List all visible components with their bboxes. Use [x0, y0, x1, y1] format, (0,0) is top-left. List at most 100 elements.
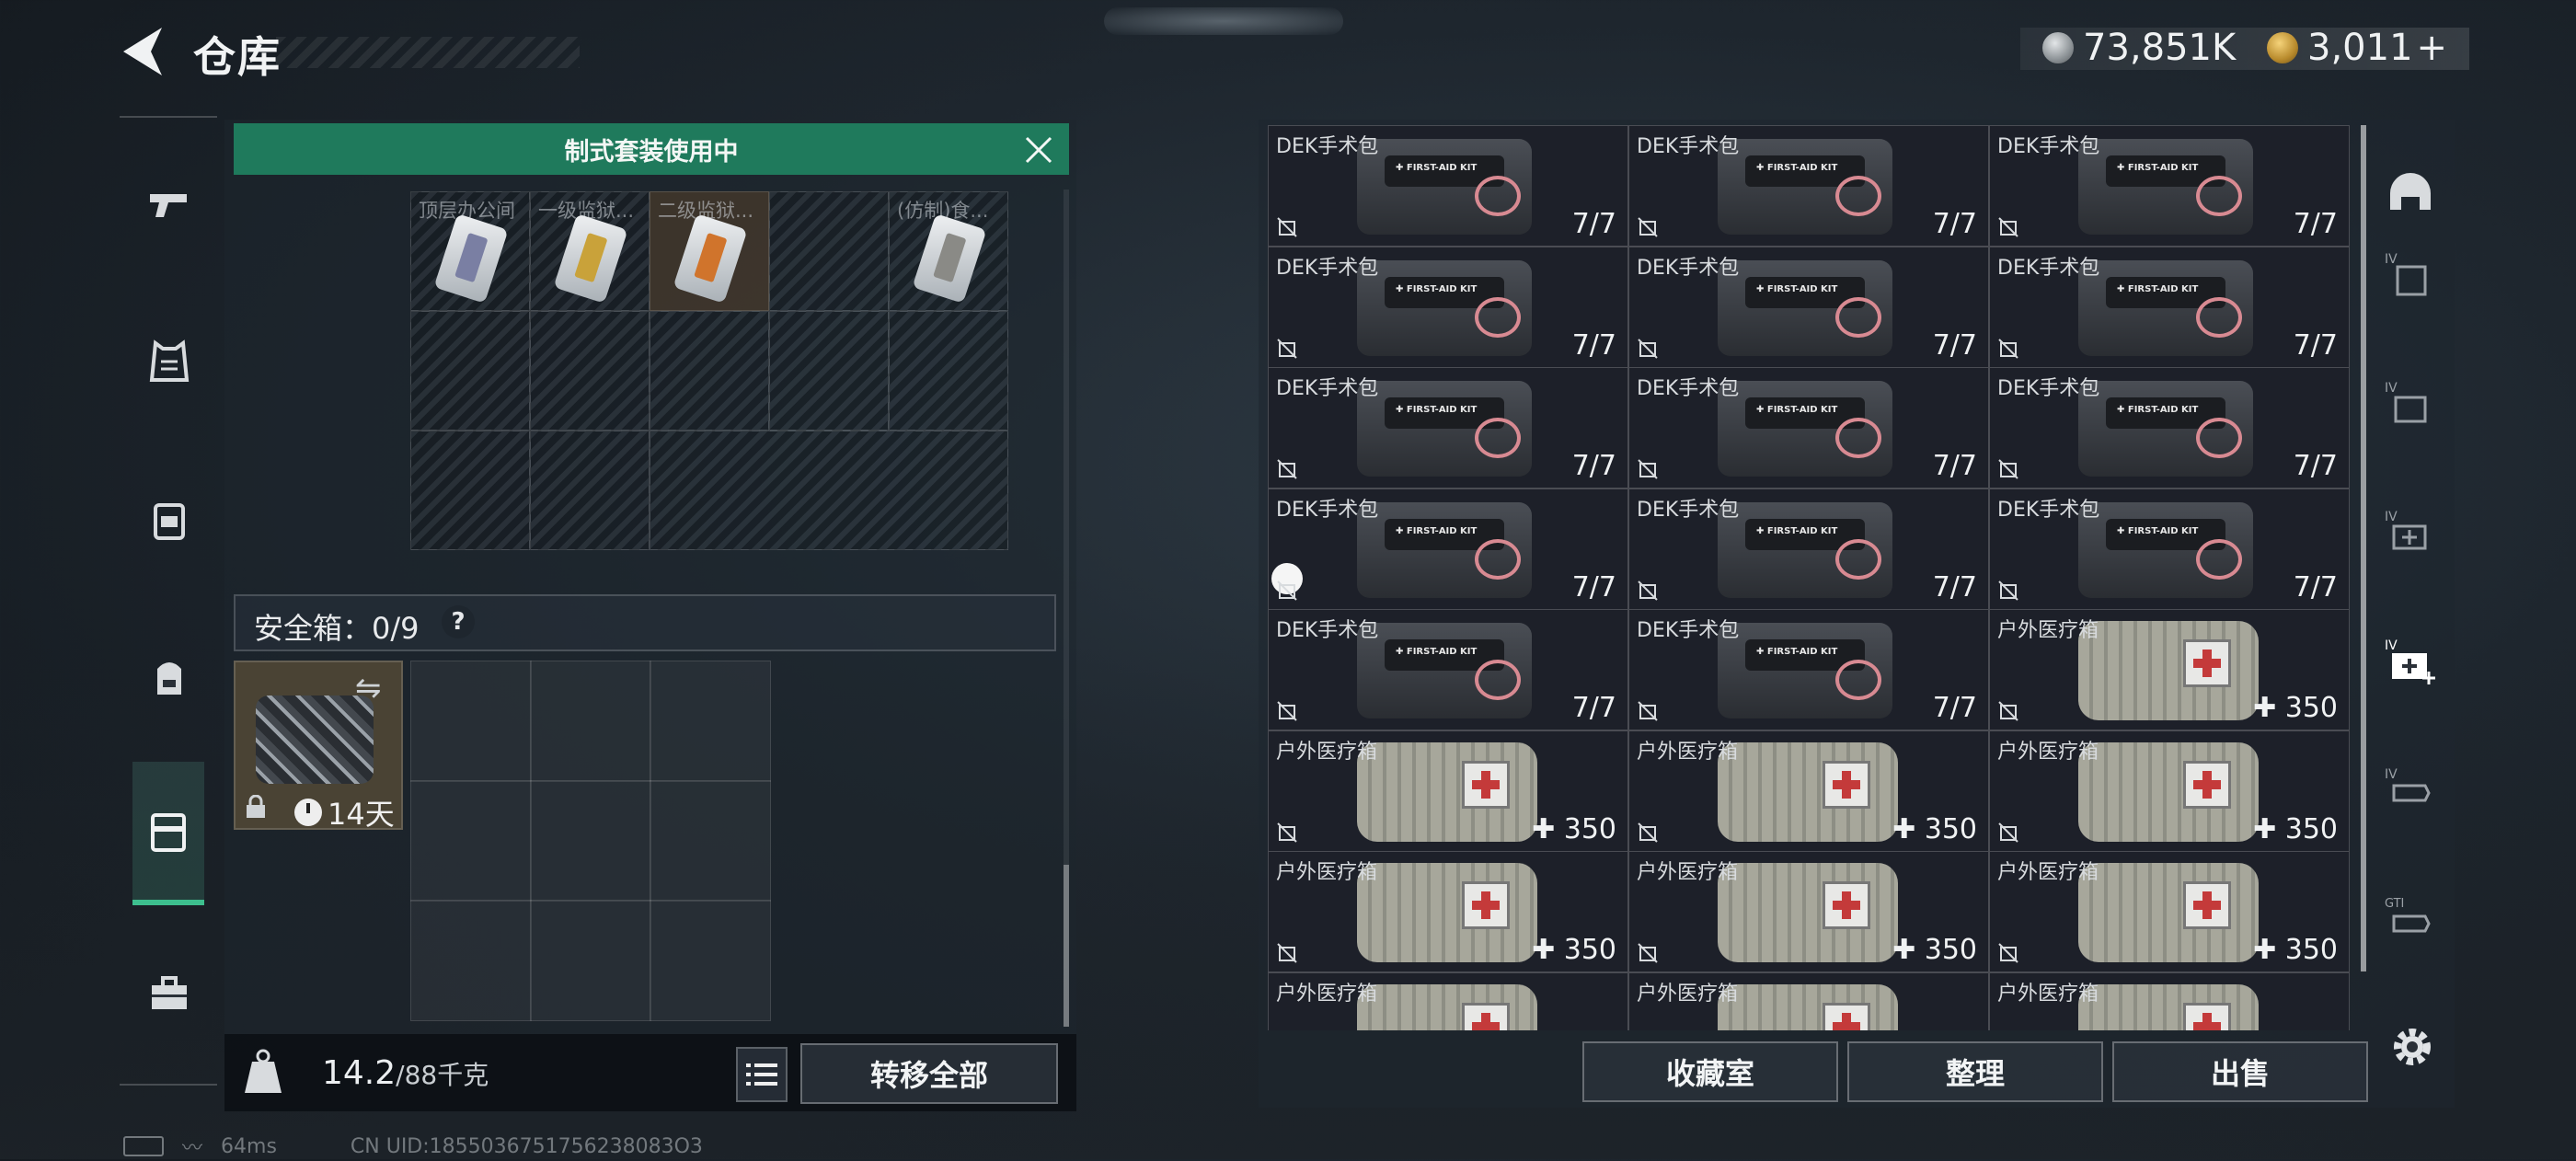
- loadout-slot[interactable]: (仿制)食...: [889, 191, 1008, 311]
- safebox-item[interactable]: ⇋ 14天: [234, 661, 403, 833]
- red-cross-icon: [2183, 639, 2231, 687]
- stash-item[interactable]: 户外医疗箱: [1268, 971, 1628, 1030]
- stash-item[interactable]: ✚ FIRST-AID KIT DEK手术包 7/7: [1268, 246, 1628, 368]
- armor-vest-icon[interactable]: [131, 324, 208, 401]
- scissors-image: [1475, 176, 1521, 216]
- loadout-slot[interactable]: [769, 191, 889, 311]
- gold-add-button[interactable]: +: [2417, 27, 2448, 69]
- item-count: ✚ 350: [1892, 934, 1977, 966]
- stash-item[interactable]: ✚ FIRST-AID KIT DEK手术包 7/7: [1628, 609, 1989, 730]
- stash-scrollbar[interactable]: [2361, 125, 2366, 971]
- list-view-button[interactable]: [736, 1047, 788, 1102]
- left-scrollbar-thumb[interactable]: [1064, 865, 1069, 1027]
- stash-item[interactable]: ✚ FIRST-AID KIT DEK手术包 7/7: [1268, 609, 1628, 730]
- ammo-filter-icon[interactable]: IV: [2375, 756, 2445, 826]
- item-name: DEK手术包: [1637, 498, 1740, 522]
- item-count: 7/7: [2293, 570, 2338, 603]
- loadout-slot[interactable]: [530, 311, 650, 431]
- stash-item[interactable]: ✚ FIRST-AID KIT DEK手术包 7/7: [1989, 125, 2350, 247]
- stash-item[interactable]: ✚ FIRST-AID KIT DEK手术包 7/7: [1989, 246, 2350, 368]
- item-count: 7/7: [1932, 328, 1977, 362]
- helmet-icon[interactable]: [2375, 162, 2445, 232]
- safebox-slot[interactable]: [410, 780, 532, 902]
- toolbox-icon[interactable]: [131, 955, 208, 1032]
- gold-amount: 3,011: [2307, 27, 2413, 69]
- settings-gear-icon[interactable]: [2388, 1023, 2436, 1071]
- item-count: 7/7: [1932, 692, 1977, 724]
- transfer-all-button[interactable]: 转移全部: [800, 1043, 1058, 1104]
- weight-current: 14.2: [322, 1054, 397, 1092]
- item-name: DEK手术包: [1637, 135, 1740, 158]
- scissors-image: [2196, 176, 2242, 216]
- item-count: 7/7: [1932, 570, 1977, 603]
- collection-room-button[interactable]: 收藏室: [1582, 1041, 1838, 1102]
- swap-icon[interactable]: ⇋: [355, 670, 382, 707]
- bag-print: ✚ FIRST-AID KIT: [1396, 525, 1478, 536]
- safebox-slot[interactable]: [530, 900, 651, 1021]
- stash-item[interactable]: 户外医疗箱 ✚ 350: [1989, 609, 2350, 730]
- loadout-slot[interactable]: [889, 311, 1008, 431]
- stash-item[interactable]: 户外医疗箱 ✚ 350: [1268, 730, 1628, 852]
- loadout-slot[interactable]: [530, 431, 650, 550]
- sort-button[interactable]: 整理: [1847, 1041, 2103, 1102]
- pistol-icon[interactable]: [131, 166, 208, 243]
- loadout-slot[interactable]: [410, 431, 530, 550]
- help-icon[interactable]: ?: [442, 605, 475, 638]
- keycard-item: [673, 213, 748, 304]
- safebox-slot[interactable]: [410, 900, 532, 1021]
- no-insurance-icon: [1638, 701, 1658, 721]
- red-cross-icon: [1462, 881, 1510, 929]
- rig-filter-icon[interactable]: IV: [2375, 370, 2445, 440]
- stash-item[interactable]: 户外医疗箱: [1989, 971, 2350, 1030]
- safebox-slot[interactable]: [410, 661, 532, 782]
- stash-item[interactable]: ✚ FIRST-AID KIT DEK手术包 7/7: [1628, 125, 1989, 247]
- stash-item[interactable]: ✚ FIRST-AID KIT DEK手术包 7/7: [1628, 246, 1989, 368]
- item-count: ✚ 350: [2253, 692, 2338, 724]
- gold-currency[interactable]: 3,011 +: [2267, 24, 2447, 72]
- stash-item[interactable]: ✚ FIRST-AID KIT DEK手术包 7/7: [1989, 367, 2350, 489]
- keycard-stripe: [574, 232, 608, 283]
- safebox-slot[interactable]: [530, 661, 651, 782]
- item-count: ✚ 350: [1532, 934, 1616, 966]
- loadout-slot-wide[interactable]: [650, 431, 1008, 550]
- safebox-icon[interactable]: [132, 762, 204, 905]
- list-icon: [746, 1063, 777, 1086]
- medical-box-image: [1718, 863, 1898, 962]
- stash-item[interactable]: ✚ FIRST-AID KIT DEK手术包 7/7: [1989, 488, 2350, 610]
- loadout-slot[interactable]: 一级监狱...: [530, 191, 650, 311]
- stash-item[interactable]: 户外医疗箱: [1628, 971, 1989, 1030]
- armor-filter-icon[interactable]: IV: [2375, 241, 2445, 311]
- red-cross-icon: [2183, 1002, 2231, 1030]
- safebox-slot[interactable]: [530, 780, 651, 902]
- stash-item[interactable]: 户外医疗箱 ✚ 350: [1268, 851, 1628, 972]
- stash-item[interactable]: ✚ FIRST-AID KIT DEK手术包 7/7: [1628, 367, 1989, 489]
- safebox-slot[interactable]: [650, 661, 771, 782]
- safebox-slot[interactable]: [650, 900, 771, 1021]
- back-arrow-icon[interactable]: [118, 24, 166, 79]
- stash-item[interactable]: 户外医疗箱 ✚ 350: [1628, 851, 1989, 972]
- loadout-slot[interactable]: 二级监狱...: [650, 191, 769, 311]
- gold-coin-icon: [2267, 32, 2298, 63]
- medical-box-image: [1357, 863, 1537, 962]
- close-icon[interactable]: [1023, 134, 1054, 166]
- safebox-duration: 14天: [294, 791, 395, 833]
- stash-item[interactable]: 户外医疗箱 ✚ 350: [1989, 851, 2350, 972]
- loadout-slot[interactable]: 顶层办公间: [410, 191, 530, 311]
- item-name: DEK手术包: [1276, 619, 1379, 642]
- chest-rig-icon[interactable]: [131, 482, 208, 559]
- medkit-filter-icon[interactable]: IV: [2375, 499, 2445, 569]
- stash-item[interactable]: ✚ FIRST-AID KIT DEK手术包 7/7: [1628, 488, 1989, 610]
- stash-item[interactable]: 户外医疗箱 ✚ 350: [1628, 730, 1989, 852]
- safebox-slot[interactable]: [650, 780, 771, 902]
- loadout-slot[interactable]: [769, 311, 889, 431]
- stash-item[interactable]: 户外医疗箱 ✚ 350: [1989, 730, 2350, 852]
- stash-item[interactable]: ✚ FIRST-AID KIT DEK手术包 7/7: [1268, 367, 1628, 489]
- backpack-icon[interactable]: [131, 638, 208, 716]
- gti-filter-icon[interactable]: GTI: [2375, 885, 2445, 955]
- sell-button[interactable]: 出售: [2112, 1041, 2368, 1102]
- stash-item[interactable]: ✚ FIRST-AID KIT DEK手术包 7/7: [1268, 488, 1628, 610]
- loadout-slot[interactable]: [650, 311, 769, 431]
- medkit-large-filter-icon[interactable]: IV: [2375, 627, 2445, 697]
- stash-item[interactable]: ✚ FIRST-AID KIT DEK手术包 7/7: [1268, 125, 1628, 247]
- loadout-slot[interactable]: [410, 311, 530, 431]
